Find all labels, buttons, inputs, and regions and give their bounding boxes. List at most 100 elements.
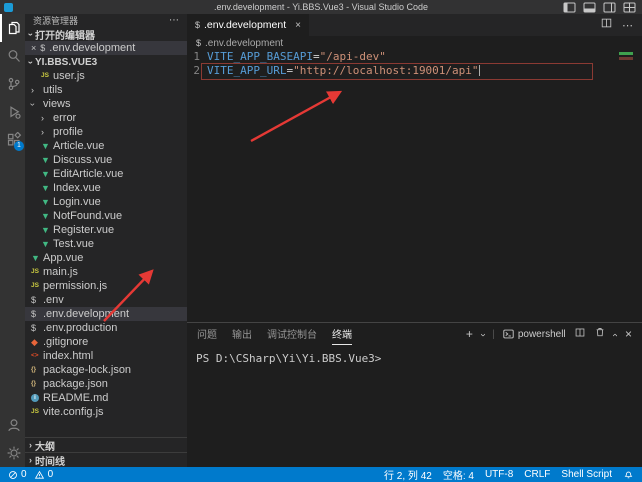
- toggle-panel-icon[interactable]: [583, 2, 596, 13]
- tree-item-label: .env: [43, 294, 64, 306]
- tree-item-user.js[interactable]: JSuser.js: [25, 69, 187, 83]
- activity-bar: 1: [0, 14, 25, 467]
- tree-item-Login.vue[interactable]: ▼Login.vue: [25, 195, 187, 209]
- eol-status[interactable]: CRLF: [524, 469, 550, 480]
- close-icon[interactable]: ×: [295, 20, 301, 31]
- tab-env-development[interactable]: $ .env.development ×: [187, 14, 309, 36]
- source-control-icon[interactable]: [0, 70, 25, 98]
- tree-item-main.js[interactable]: JSmain.js: [25, 265, 187, 279]
- panel-tab-终端[interactable]: 终端: [332, 323, 352, 345]
- language-mode-status[interactable]: Shell Script: [561, 469, 612, 480]
- file-icon-slot: {}: [31, 365, 43, 375]
- sidebar-title: 资源管理器: [33, 14, 78, 27]
- search-icon[interactable]: [0, 42, 25, 70]
- tree-item-label: Index.vue: [53, 182, 101, 194]
- chevron-down-icon[interactable]: ›: [478, 333, 489, 336]
- open-editor-item[interactable]: × $ .env.development: [25, 41, 187, 55]
- indentation-status[interactable]: 空格: 4: [443, 467, 474, 482]
- explorer-icon[interactable]: [0, 14, 25, 42]
- tree-item-profile[interactable]: ›profile: [25, 125, 187, 139]
- error-count: 0: [21, 469, 27, 480]
- panel-tabs: 问题输出调试控制台终端: [197, 323, 352, 345]
- tree-item-NotFound.vue[interactable]: ▼NotFound.vue: [25, 209, 187, 223]
- terminal-output[interactable]: PS D:\CSharp\Yi\Yi.BBS.Vue3>: [187, 345, 642, 467]
- tree-item-.env[interactable]: $.env: [25, 293, 187, 307]
- chevron-right-icon: ›: [29, 440, 32, 450]
- tree-item-label: .gitignore: [43, 336, 88, 348]
- terminal-instance-powershell[interactable]: powershell: [503, 329, 566, 340]
- tree-item-utils[interactable]: ›utils: [25, 83, 187, 97]
- vue-file-icon: ▼: [41, 197, 50, 207]
- shell-name: powershell: [518, 329, 566, 340]
- tree-item-App.vue[interactable]: ▼App.vue: [25, 251, 187, 265]
- tree-item-label: EditArticle.vue: [53, 168, 123, 180]
- customize-layout-icon[interactable]: [623, 2, 636, 13]
- tab-label: .env.development: [204, 19, 286, 31]
- panel-tab-调试控制台[interactable]: 调试控制台: [267, 323, 317, 345]
- tree-item-.env.development[interactable]: $.env.development: [25, 307, 187, 321]
- tree-item-vite.config.js[interactable]: JSvite.config.js: [25, 405, 187, 419]
- more-actions-icon[interactable]: ⋯: [169, 15, 179, 26]
- tree-item-views[interactable]: ›views: [25, 97, 187, 111]
- settings-gear-icon[interactable]: [0, 439, 25, 467]
- timeline-section[interactable]: › 时间线: [25, 452, 187, 467]
- tree-item-.env.production[interactable]: $.env.production: [25, 321, 187, 335]
- extensions-icon[interactable]: 1: [0, 126, 25, 154]
- close-icon[interactable]: ×: [31, 43, 36, 53]
- toggle-secondary-sidebar-icon[interactable]: [603, 2, 616, 13]
- cursor-position-status[interactable]: 行 2, 列 42: [384, 467, 432, 482]
- tree-item-README.md[interactable]: iREADME.md: [25, 391, 187, 405]
- tree-item-.gitignore[interactable]: ◆.gitignore: [25, 335, 187, 349]
- file-icon-slot: ▼: [41, 169, 53, 179]
- breadcrumb[interactable]: $ .env.development: [187, 36, 642, 50]
- close-panel-icon[interactable]: ×: [625, 327, 632, 341]
- tree-item-error[interactable]: ›error: [25, 111, 187, 125]
- tree-item-Index.vue[interactable]: ▼Index.vue: [25, 181, 187, 195]
- outline-label: 大纲: [35, 438, 55, 453]
- tree-item-package-lock.json[interactable]: {}package-lock.json: [25, 363, 187, 377]
- tree-item-label: README.md: [43, 392, 108, 404]
- tree-item-package.json[interactable]: {}package.json: [25, 377, 187, 391]
- panel-tab-输出[interactable]: 输出: [232, 323, 252, 345]
- open-editors-header[interactable]: › 打开的编辑器: [25, 27, 187, 41]
- bottom-panel: 问题输出调试控制台终端 + › | powershell › × PS D:\C…: [187, 322, 642, 467]
- maximize-panel-icon[interactable]: ›: [609, 333, 620, 336]
- minimap-mark: [619, 52, 633, 55]
- panel-tab-问题[interactable]: 问题: [197, 323, 217, 345]
- code-editor[interactable]: 1 VITE_APP_BASEAPI="/api-dev" 2 VITE_APP…: [187, 50, 642, 322]
- file-icon-slot: ◆: [31, 337, 43, 347]
- tree-item-Register.vue[interactable]: ▼Register.vue: [25, 223, 187, 237]
- account-icon[interactable]: [0, 411, 25, 439]
- tree-item-Test.vue[interactable]: ▼Test.vue: [25, 237, 187, 251]
- file-icon-slot: JS: [31, 267, 43, 277]
- notifications-bell-icon[interactable]: [623, 469, 634, 480]
- file-icon-slot: $: [31, 309, 43, 319]
- tree-item-label: profile: [53, 126, 83, 138]
- operator: =: [313, 50, 320, 63]
- kill-terminal-icon[interactable]: [594, 325, 606, 343]
- tree-item-index.html[interactable]: <>index.html: [25, 349, 187, 363]
- encoding-status[interactable]: UTF-8: [485, 469, 513, 480]
- open-editors-label: 打开的编辑器: [35, 27, 95, 42]
- more-actions-icon[interactable]: ⋯: [622, 19, 633, 32]
- split-editor-icon[interactable]: [600, 16, 613, 34]
- split-terminal-icon[interactable]: [574, 325, 586, 343]
- vue-file-icon: ▼: [41, 141, 50, 151]
- run-debug-icon[interactable]: [0, 98, 25, 126]
- new-terminal-icon[interactable]: +: [466, 327, 473, 341]
- toggle-sidebar-icon[interactable]: [563, 2, 576, 13]
- file-icon-slot: i: [31, 394, 43, 402]
- problems-status[interactable]: 0 0: [8, 469, 53, 480]
- tree-item-Article.vue[interactable]: ▼Article.vue: [25, 139, 187, 153]
- outline-section[interactable]: › 大纲: [25, 437, 187, 452]
- file-icon-slot: JS: [31, 407, 43, 417]
- status-bar: 0 0 行 2, 列 42 空格: 4 UTF-8 CRLF Shell Scr…: [0, 467, 642, 482]
- vue-file-icon: ▼: [41, 169, 50, 179]
- vue-file-icon: ▼: [41, 155, 50, 165]
- tree-item-label: utils: [43, 84, 63, 96]
- tree-item-permission.js[interactable]: JSpermission.js: [25, 279, 187, 293]
- tree-item-Discuss.vue[interactable]: ▼Discuss.vue: [25, 153, 187, 167]
- env-key: VITE_APP_BASEAPI: [207, 50, 313, 63]
- tree-item-EditArticle.vue[interactable]: ▼EditArticle.vue: [25, 167, 187, 181]
- project-root-header[interactable]: › YI.BBS.VUE3: [25, 55, 187, 69]
